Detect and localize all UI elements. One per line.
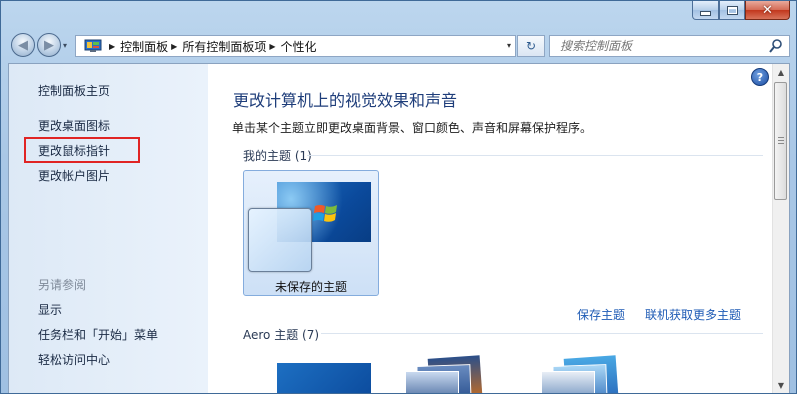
content-area: 控制面板主页 更改桌面图标 更改鼠标指针 更改帐户图片 另请参阅 显示 任务栏和…	[8, 63, 790, 393]
address-dropdown-icon[interactable]: ▾	[507, 41, 511, 50]
divider	[307, 155, 763, 156]
save-theme-link[interactable]: 保存主题	[577, 306, 625, 323]
refresh-button[interactable]: ↻	[517, 35, 545, 57]
grip-line	[778, 143, 784, 144]
back-button[interactable]: ◀	[11, 33, 35, 57]
my-themes-label: 我的主题 (1)	[243, 149, 312, 163]
search-icon[interactable]	[769, 38, 783, 54]
refresh-icon: ↻	[525, 39, 537, 53]
grip-line	[778, 140, 784, 141]
breadcrumb-all-items[interactable]: 所有控制面板项	[182, 38, 266, 55]
search-box[interactable]	[549, 35, 790, 57]
close-button[interactable]: ✕	[745, 1, 790, 20]
scroll-up-arrow-icon: ▲	[777, 67, 785, 77]
address-bar[interactable]: ▶ 控制面板 ▶ 所有控制面板项 ▶ 个性化 ▾	[75, 35, 516, 57]
get-more-themes-online-link[interactable]: 联机获取更多主题	[645, 306, 741, 323]
highlight-box	[24, 137, 140, 163]
help-glyph: ?	[756, 70, 764, 84]
close-icon: ✕	[762, 2, 773, 18]
my-themes-heading: 我的主题 (1)	[243, 147, 312, 164]
minimize-button[interactable]	[692, 1, 719, 20]
sidebar: 控制面板主页 更改桌面图标 更改鼠标指针 更改帐户图片 另请参阅 显示 任务栏和…	[9, 64, 208, 393]
back-arrow-icon: ◀	[18, 37, 28, 53]
page-title: 更改计算机上的视觉效果和声音	[233, 91, 458, 110]
control-panel-icon	[84, 39, 102, 52]
sidebar-ease-of-access[interactable]: 轻松访问中心	[38, 351, 110, 368]
scroll-down-arrow-icon: ▼	[777, 380, 785, 390]
page-description: 单击某个主题立即更改桌面背景、窗口颜色、声音和屏幕保护程序。	[232, 121, 593, 135]
caption-buttons: ✕	[692, 1, 790, 21]
recent-pages-dropdown[interactable]: ▾	[63, 41, 67, 50]
breadcrumb-separator-icon[interactable]: ▶	[109, 42, 115, 51]
breadcrumb-personalization[interactable]: 个性化	[281, 38, 317, 55]
scroll-up-button[interactable]: ▲	[773, 64, 789, 80]
vertical-scrollbar[interactable]: ▲ ▼	[772, 64, 789, 393]
windows-logo-icon	[313, 205, 337, 222]
scrollbar-thumb[interactable]	[774, 82, 787, 200]
aero-themes-heading: Aero 主题 (7)	[243, 326, 319, 343]
search-input[interactable]	[558, 38, 762, 54]
sidebar-control-panel-home[interactable]: 控制面板主页	[38, 82, 110, 99]
forward-arrow-icon: ▶	[44, 37, 54, 53]
theme-thumbnail	[277, 363, 371, 393]
sidebar-change-desktop-icons[interactable]: 更改桌面图标	[38, 117, 110, 134]
aero-theme-architecture[interactable]	[405, 355, 485, 393]
scroll-down-button[interactable]: ▼	[773, 377, 789, 393]
sidebar-display[interactable]: 显示	[38, 301, 62, 318]
help-icon[interactable]: ?	[751, 68, 769, 86]
breadcrumb-control-panel[interactable]: 控制面板	[120, 38, 168, 55]
see-also-heading: 另请参阅	[38, 278, 87, 292]
main-panel: ? 更改计算机上的视觉效果和声音 单击某个主题立即更改桌面背景、窗口颜色、声音和…	[209, 64, 773, 393]
sidebar-change-account-picture[interactable]: 更改帐户图片	[38, 167, 110, 184]
window-color-swatch	[248, 208, 312, 272]
divider	[321, 333, 763, 334]
breadcrumb-separator-icon[interactable]: ▶	[171, 42, 177, 51]
sidebar-taskbar-start-menu[interactable]: 任务栏和「开始」菜单	[38, 326, 158, 343]
maximize-button[interactable]	[719, 1, 745, 20]
aero-theme-characters[interactable]	[541, 355, 621, 393]
navigation-bar: ◀ ▶ ▾ ▶ 控制面板 ▶ 所有控制面板项 ▶ 个性化 ▾ ↻ 搜索控制面板	[9, 33, 790, 59]
maximize-icon	[726, 5, 738, 15]
theme-thumbnail	[541, 371, 595, 393]
unsaved-theme-label: 未保存的主题	[274, 280, 347, 294]
forward-button[interactable]: ▶	[37, 33, 61, 57]
aero-theme-windows-7[interactable]	[277, 355, 371, 393]
aero-themes-label: Aero 主题 (7)	[243, 328, 320, 342]
breadcrumb: ▶ 控制面板 ▶ 所有控制面板项 ▶ 个性化	[106, 36, 317, 56]
grip-line	[778, 137, 784, 138]
theme-thumbnail	[405, 371, 459, 393]
minimize-icon	[700, 10, 711, 16]
unsaved-theme-tile[interactable]: 未保存的主题	[243, 170, 379, 296]
breadcrumb-separator-icon[interactable]: ▶	[269, 42, 275, 51]
window: ✕ ◀ ▶ ▾ ▶ 控制面板 ▶ 所有控制面板项 ▶ 个性化 ▾ ↻ 搜索控制面…	[0, 0, 797, 394]
